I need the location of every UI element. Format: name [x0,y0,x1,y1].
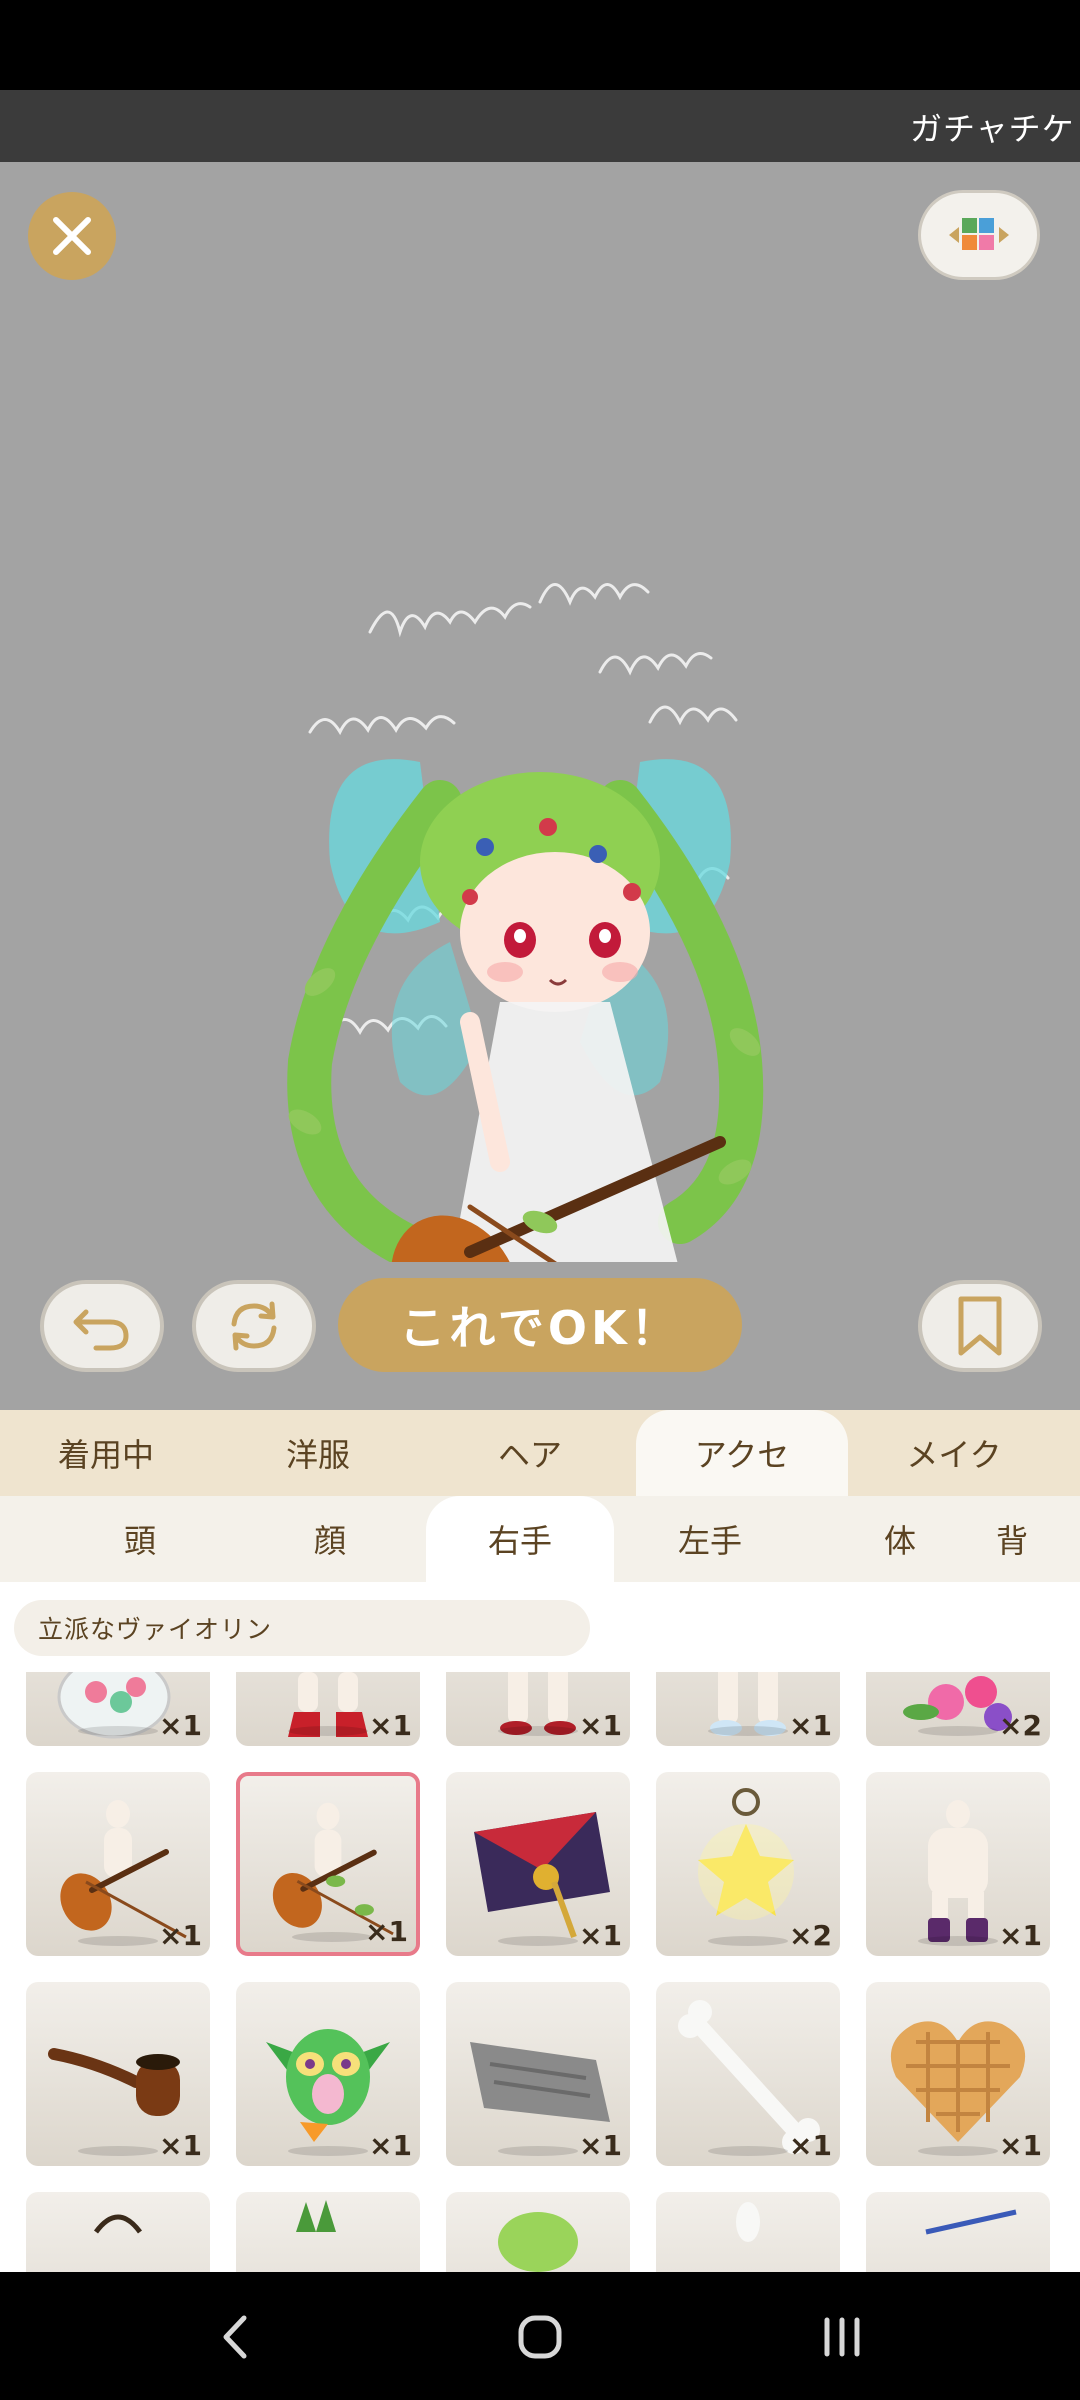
item-quantity: ×1 [789,1709,832,1742]
ring-item-icon [93,2214,143,2234]
tile-shadow [708,1936,788,1946]
item-tile[interactable]: ×2 [656,1772,840,1956]
app-root: ガチャチケ これでOK！ 着用中 洋服 ヘア アクセ メイク 頭 顔 右手 左手… [0,0,1080,2400]
subcategory-tabs: 頭 顔 右手 左手 体 背 [0,1496,1080,1582]
item-quantity: ×1 [789,2129,832,2162]
item-quantity: ×1 [369,1709,412,1742]
white-item-icon [736,2202,760,2242]
plant-item-icon [296,2200,336,2232]
status-bar [0,0,1080,90]
item-tile[interactable] [446,2192,630,2272]
tile-shadow [292,1932,372,1942]
recents-icon [824,2317,860,2357]
subtab-head[interactable]: 頭 [46,1496,234,1582]
item-grid: ×1 ×1 ×1 ×1 ×2 ×1 ×1 ×1 ×2 ×1 ×1 ×1 ×1 ×… [0,1672,1080,2272]
subtab-back[interactable]: 背 [996,1496,1080,1582]
tile-shadow [918,1726,998,1736]
subtab-body[interactable]: 体 [806,1496,994,1582]
item-panel: 立派なヴァイオリン ×1 ×1 ×1 ×1 ×2 ×1 ×1 ×1 ×2 ×1 … [0,1582,1080,2272]
subtab-right-hand[interactable]: 右手 [426,1496,614,1582]
item-quantity: ×1 [159,1919,202,1952]
item-tile[interactable]: ×1 [236,1672,420,1746]
item-tile[interactable]: ×1 [26,1982,210,2166]
item-quantity: ×1 [579,1919,622,1952]
item-tile[interactable] [236,2192,420,2272]
ticker-text: ガチャチケ [910,110,1075,148]
bookmark-icon [958,1296,1002,1356]
tab-makeup[interactable]: メイク [848,1410,1060,1496]
avatar-preview-stage: これでOK！ [0,162,1080,1410]
item-tile[interactable]: ×1 [656,1982,840,2166]
tab-hair[interactable]: ヘア [424,1410,636,1496]
bookmark-button[interactable] [918,1280,1042,1372]
item-tile-selected[interactable]: ×1 [236,1772,420,1956]
item-tile[interactable]: ×2 [866,1672,1050,1746]
tile-shadow [708,2146,788,2156]
item-quantity: ×1 [579,1709,622,1742]
item-quantity: ×2 [789,1919,832,1952]
tile-shadow [78,2146,158,2156]
tab-accessories[interactable]: アクセ [636,1410,848,1496]
item-quantity: ×2 [999,1709,1042,1742]
category-tabs: 着用中 洋服 ヘア アクセ メイク [0,1410,1080,1496]
tile-shadow [288,2146,368,2156]
stick-item-icon [925,2209,1017,2235]
item-quantity: ×1 [365,1915,408,1948]
nav-home-button[interactable] [500,2302,580,2372]
tile-shadow [78,1936,158,1946]
item-tile[interactable] [866,2192,1050,2272]
tile-shadow [708,1726,788,1736]
tile-shadow [288,1726,368,1736]
selected-item-name: 立派なヴァイオリン [14,1600,590,1656]
item-quantity: ×1 [159,1709,202,1742]
announcement-ticker[interactable]: ガチャチケ [0,90,1080,162]
undo-button[interactable] [40,1280,164,1372]
tile-shadow [498,1726,578,1736]
item-tile[interactable]: ×1 [446,1672,630,1746]
undo-icon [73,1309,129,1351]
item-tile[interactable]: ×1 [656,1672,840,1746]
item-quantity: ×1 [999,2129,1042,2162]
randomize-button[interactable] [192,1280,316,1372]
item-quantity: ×1 [999,1919,1042,1952]
back-chevron-icon [223,2315,247,2359]
system-navigation-bar [0,2272,1080,2400]
item-tile[interactable] [656,2192,840,2272]
subtab-face[interactable]: 顔 [236,1496,424,1582]
item-tile[interactable]: ×1 [866,1982,1050,2166]
tile-shadow [78,1726,158,1736]
item-tile[interactable]: ×1 [866,1772,1050,1956]
nav-back-button[interactable] [196,2302,276,2372]
item-tile[interactable]: ×1 [26,1672,210,1746]
item-tile[interactable] [26,2192,210,2272]
item-tile[interactable]: ×1 [446,1982,630,2166]
item-tile[interactable]: ×1 [446,1772,630,1956]
subtab-left-hand[interactable]: 左手 [616,1496,804,1582]
refresh-icon [231,1301,277,1351]
confirm-ok-button[interactable]: これでOK！ [338,1278,742,1372]
nav-recents-button[interactable] [802,2302,882,2372]
item-quantity: ×1 [159,2129,202,2162]
item-quantity: ×1 [579,2129,622,2162]
home-icon [518,2315,562,2359]
item-tile[interactable]: ×1 [236,1982,420,2166]
tile-shadow [498,2146,578,2156]
green-fruit-icon [498,2212,578,2272]
tab-wearing[interactable]: 着用中 [0,1410,212,1496]
tile-shadow [918,2146,998,2156]
item-tile[interactable]: ×1 [26,1772,210,1956]
item-quantity: ×1 [369,2129,412,2162]
tile-shadow [498,1936,578,1946]
tab-clothes[interactable]: 洋服 [212,1410,424,1496]
tile-shadow [918,1936,998,1946]
avatar-character [287,583,764,1262]
